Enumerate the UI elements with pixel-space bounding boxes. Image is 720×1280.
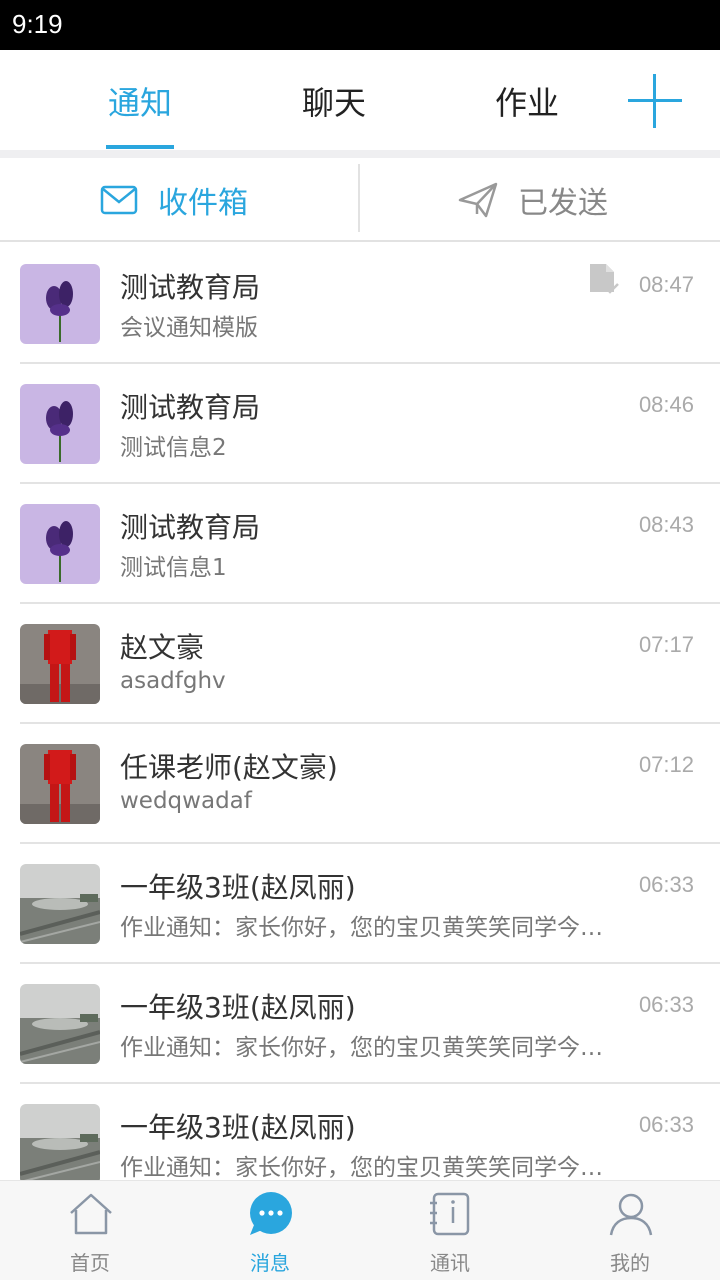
home-icon	[70, 1193, 112, 1235]
message-item[interactable]: 任课老师(赵文豪) wedqwadaf 07:12	[0, 724, 720, 844]
message-sender: 赵文豪	[120, 631, 205, 664]
avatar	[20, 1104, 100, 1180]
mailbox-switcher: 收件箱 已发送	[0, 158, 720, 242]
avatar	[20, 264, 100, 344]
envelope-icon	[100, 185, 138, 215]
message-sender: 测试教育局	[120, 511, 261, 544]
message-time: 08:43	[638, 512, 694, 537]
avatar	[20, 504, 100, 584]
top-tab-bar: 通知 聊天 作业	[0, 50, 720, 150]
sent-label: 已发送	[518, 186, 608, 221]
message-item[interactable]: 一年级3班(赵凤丽) 作业通知：家长你好，您的宝贝黄笑笑同学今天的作业 06:3…	[0, 844, 720, 964]
message-sender: 任课老师(赵文豪)	[120, 751, 338, 784]
section-divider	[0, 150, 720, 158]
sent-tab[interactable]: 已发送	[458, 158, 608, 242]
message-preview: asadfghv	[120, 668, 226, 694]
message-sender: 一年级3班(赵凤丽)	[120, 1111, 356, 1144]
message-time: 06:33	[638, 1112, 694, 1137]
message-sender: 一年级3班(赵凤丽)	[120, 871, 356, 904]
contacts-book-icon	[430, 1192, 470, 1236]
avatar	[20, 864, 100, 944]
message-sender: 测试教育局	[120, 391, 261, 424]
active-tab-indicator	[106, 145, 174, 149]
message-sender: 测试教育局	[120, 271, 261, 304]
inbox-tab[interactable]: 收件箱	[100, 158, 248, 242]
nav-profile[interactable]: 我的	[540, 1181, 720, 1280]
avatar	[20, 984, 100, 1064]
nav-contacts-label: 通讯	[430, 1251, 470, 1275]
message-preview: 会议通知模版	[120, 315, 258, 341]
nav-home-label: 首页	[70, 1251, 110, 1275]
message-time: 08:46	[638, 392, 694, 417]
paper-plane-icon	[458, 182, 498, 218]
avatar	[20, 384, 100, 464]
message-preview: 作业通知：家长你好，您的宝贝黄笑笑同学今天的作业	[120, 1155, 610, 1180]
avatar	[20, 744, 100, 824]
bottom-nav: 首页 消息 通讯 我的	[0, 1180, 720, 1280]
message-item[interactable]: 测试教育局 测试信息1 08:43	[0, 484, 720, 604]
status-time: 9:19	[12, 9, 63, 39]
message-time: 06:33	[638, 872, 694, 897]
document-icon	[590, 264, 619, 294]
message-preview: wedqwadaf	[120, 788, 252, 814]
message-time: 08:47	[638, 272, 694, 297]
tab-homework[interactable]: 作业	[495, 78, 559, 124]
message-item[interactable]: 测试教育局 测试信息2 08:46	[0, 364, 720, 484]
message-preview: 测试信息2	[120, 435, 227, 461]
message-list: 测试教育局 会议通知模版 08:47 测试教育局 测试信息2 08:46 测试教…	[0, 244, 720, 1180]
nav-home[interactable]: 首页	[0, 1181, 180, 1280]
message-time: 07:17	[638, 632, 694, 657]
tab-chat[interactable]: 聊天	[302, 78, 366, 124]
inbox-label: 收件箱	[158, 186, 248, 221]
nav-profile-label: 我的	[610, 1251, 650, 1275]
message-sender: 一年级3班(赵凤丽)	[120, 991, 356, 1024]
sub-tab-divider	[358, 164, 360, 232]
tab-notifications[interactable]: 通知	[108, 78, 172, 124]
chat-bubble-icon	[250, 1192, 292, 1235]
nav-messages-label: 消息	[250, 1251, 290, 1275]
message-time: 06:33	[638, 992, 694, 1017]
nav-contacts[interactable]: 通讯	[360, 1181, 540, 1280]
status-bar: 9:19	[0, 0, 720, 50]
message-time: 07:12	[638, 752, 694, 777]
avatar	[20, 624, 100, 704]
message-item[interactable]: 赵文豪 asadfghv 07:17	[0, 604, 720, 724]
nav-messages[interactable]: 消息	[180, 1181, 360, 1280]
plus-icon[interactable]	[628, 74, 682, 128]
message-item[interactable]: 测试教育局 会议通知模版 08:47	[0, 244, 720, 364]
message-item[interactable]: 一年级3班(赵凤丽) 作业通知：家长你好，您的宝贝黄笑笑同学今天的作业 06:3…	[0, 964, 720, 1084]
user-icon	[609, 1193, 653, 1236]
message-item[interactable]: 一年级3班(赵凤丽) 作业通知：家长你好，您的宝贝黄笑笑同学今天的作业 06:3…	[0, 1084, 720, 1180]
message-preview: 作业通知：家长你好，您的宝贝黄笑笑同学今天的作业	[120, 1035, 610, 1061]
message-preview: 作业通知：家长你好，您的宝贝黄笑笑同学今天的作业	[120, 915, 610, 941]
message-preview: 测试信息1	[120, 555, 227, 581]
